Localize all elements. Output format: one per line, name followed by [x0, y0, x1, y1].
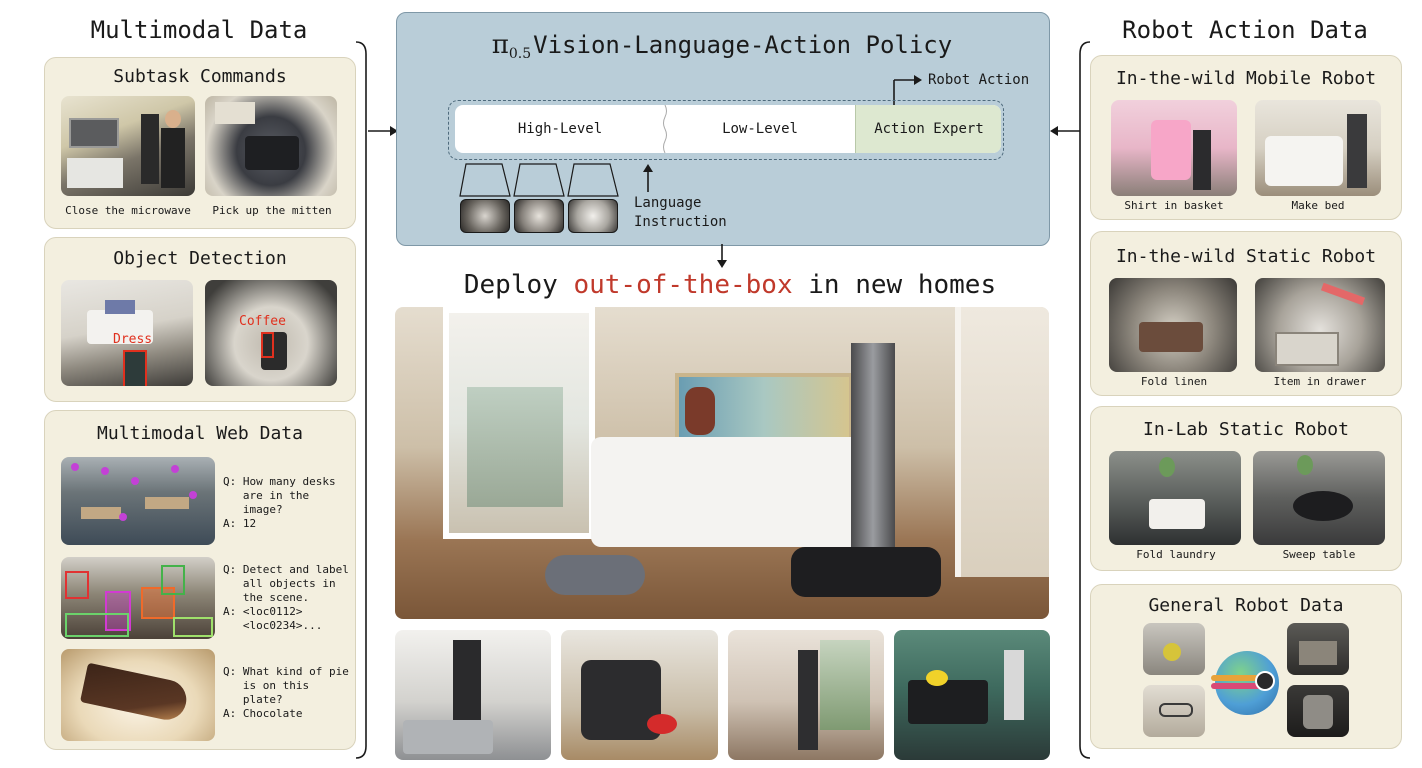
- left-to-policy-arrow: [368, 126, 398, 136]
- policy-to-deploy-arrow: [717, 244, 727, 268]
- action-expert-segment: Action Expert: [855, 105, 1001, 153]
- kitchen-mitten-photo: [205, 96, 337, 196]
- bedroom-detection-photo: Dress: [61, 280, 193, 386]
- general-robot-title: General Robot Data: [1148, 595, 1344, 616]
- fold-linen-photo: [1109, 278, 1237, 372]
- image-encoders: [459, 163, 619, 197]
- model-bar: High-Level Low-Level Action Expert: [455, 105, 1001, 153]
- deploy-suffix: in new homes: [792, 270, 997, 300]
- general-robot-photo-2: [1287, 623, 1349, 675]
- deploy-kitchen-sink-photo: [395, 630, 551, 760]
- coffee-label: Coffee: [239, 314, 286, 329]
- deploy-prefix: Deploy: [463, 270, 574, 300]
- lab-robot-title: In-Lab Static Robot: [1143, 419, 1349, 440]
- general-robot-photo-1: [1143, 623, 1205, 675]
- policy-title-text: Vision-Language-Action Policy: [533, 31, 953, 59]
- caption-pick-up-mitten: Pick up the mitten: [212, 204, 332, 217]
- make-bed-photo: [1255, 100, 1381, 196]
- web-qa-1-answer: A: 12: [223, 517, 257, 530]
- living-room-detection-photo: Coffee: [205, 280, 337, 386]
- object-detection-title: Object Detection: [113, 248, 287, 269]
- web-qa-3-answer: A: Chocolate: [223, 707, 303, 720]
- lab-robot-card: In-Lab Static Robot Fold laundry Sweep t…: [1090, 406, 1402, 571]
- caption-close-microwave: Close the microwave: [65, 204, 191, 217]
- web-qa-1-question: Q: How many desks are in the image?: [223, 475, 336, 516]
- sweep-table-photo: [1253, 451, 1385, 545]
- policy-title: π0.5Vision-Language-Action Policy: [396, 30, 1048, 62]
- dress-bounding-box: [123, 350, 147, 386]
- right-to-policy-arrow: [1050, 126, 1080, 136]
- caption-item-in-drawer: Item in drawer: [1273, 375, 1367, 388]
- general-robot-card: General Robot Data: [1090, 584, 1402, 749]
- language-label: Language: [634, 195, 702, 211]
- deploy-highlight: out-of-the-box: [573, 270, 793, 300]
- mobile-robot-title: In-the-wild Mobile Robot: [1115, 68, 1377, 89]
- static-robot-title: In-the-wild Static Robot: [1115, 246, 1377, 267]
- dress-label: Dress: [113, 332, 153, 347]
- item-in-drawer-photo: [1255, 278, 1385, 372]
- low-level-segment: Low-Level: [722, 121, 798, 137]
- multimodal-web-data-title: Multimodal Web Data: [97, 423, 303, 444]
- pi-subscript: 0.5: [508, 46, 532, 62]
- general-robot-photo-4: [1287, 685, 1349, 737]
- language-instruction-arrow: [643, 164, 653, 192]
- subtask-commands-title: Subtask Commands: [113, 66, 287, 87]
- deploy-heading: Deploy out-of-the-box in new homes: [396, 270, 1064, 300]
- general-robot-photo-3: [1143, 685, 1205, 737]
- classroom-desks-photo: [61, 457, 215, 545]
- multimodal-web-data-card: Multimodal Web Data Q: How many desks ar…: [44, 410, 356, 750]
- subtask-commands-card: Subtask Commands Close the microwave Pic…: [44, 57, 356, 229]
- instruction-label: Instruction: [634, 214, 727, 230]
- mobile-robot-card: In-the-wild Mobile Robot Shirt in basket…: [1090, 55, 1402, 220]
- caption-sweep-table: Sweep table: [1282, 548, 1356, 561]
- deploy-window-room-photo: [728, 630, 884, 760]
- robot-action-data-title: Robot Action Data: [1122, 16, 1368, 44]
- chocolate-pie-photo: [61, 649, 215, 741]
- caption-fold-laundry: Fold laundry: [1136, 548, 1216, 561]
- globe-icon: [1211, 651, 1279, 715]
- shirt-in-basket-photo: [1111, 100, 1237, 196]
- bedroom-deployment-photo: [395, 307, 1049, 619]
- robot-action-label: Robot Action: [928, 72, 1030, 88]
- multimodal-data-title: Multimodal Data: [90, 16, 308, 44]
- object-detection-card: Object Detection Dress Coffee: [44, 237, 356, 402]
- camera-view-3: [568, 199, 618, 233]
- static-robot-card: In-the-wild Static Robot Fold linen Item…: [1090, 231, 1402, 396]
- left-bracket: [355, 41, 367, 759]
- deploy-stove-photo: [894, 630, 1050, 760]
- coffee-bounding-box: [261, 332, 274, 358]
- web-qa-2-answer: A: <loc0112> <loc0234>...: [223, 605, 323, 632]
- kitchen-objects-photo: [61, 557, 215, 639]
- caption-fold-linen: Fold linen: [1140, 375, 1208, 388]
- web-qa-2-question: Q: Detect and label all objects in the s…: [223, 563, 349, 604]
- kitchen-microwave-photo: [61, 96, 195, 196]
- high-level-segment: High-Level: [517, 121, 603, 137]
- camera-view-2: [514, 199, 564, 233]
- caption-make-bed: Make bed: [1291, 199, 1345, 212]
- caption-shirt-in-basket: Shirt in basket: [1124, 199, 1224, 212]
- pi-symbol: π: [491, 30, 509, 60]
- fold-laundry-photo: [1109, 451, 1241, 545]
- camera-view-1: [460, 199, 510, 233]
- deploy-floor-cleanup-photo: [561, 630, 718, 760]
- web-qa-3-question: Q: What kind of pie is on this plate?: [223, 665, 349, 706]
